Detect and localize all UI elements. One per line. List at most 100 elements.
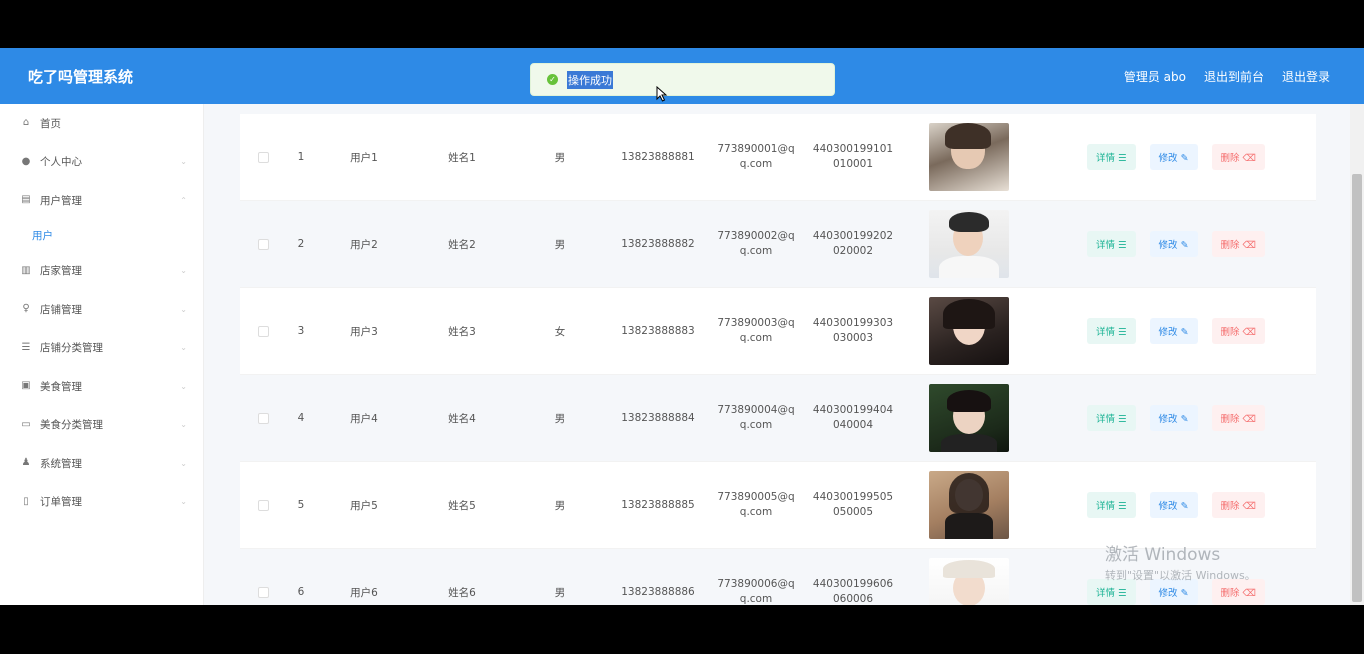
chevron-down-icon: ⌄ [180,497,187,507]
user-phone: 13823888882 [621,238,695,250]
app-window: 吃了吗管理系统 管理员 abo 退出到前台 退出登录 ⌂ 首页 ● 个人中心 ⌄… [0,48,1364,605]
user-idcard: 440300199202020002 [812,230,894,257]
vertical-scrollbar[interactable] [1350,104,1364,605]
success-toast: ✓ 操作成功 [530,63,835,96]
settings-icon: ♟ [21,457,31,469]
user-phone: 13823888885 [621,499,695,511]
user-phone: 13823888884 [621,412,695,424]
user-email: 773890002@qq.com [717,230,795,257]
detail-button[interactable]: 详情 ☰ [1087,144,1136,170]
header-actions: 管理员 abo 退出到前台 退出登录 [1124,68,1330,85]
user-photo [929,471,1009,539]
user-name: 姓名5 [448,499,476,512]
scrollbar-thumb[interactable] [1352,174,1362,602]
detail-button[interactable]: 详情 ☰ [1087,318,1136,344]
user-sex: 男 [554,412,566,425]
home-icon: ⌂ [22,117,30,129]
table-row: 3 用户3 姓名3 女 13823888883 773890003@qq.com… [240,288,1316,375]
row-index: 5 [297,499,305,511]
sidebar-item-food-categories[interactable]: ▭ 美食分类管理 ⌄ [0,406,203,445]
row-index: 3 [297,325,305,337]
chevron-down-icon: ⌄ [180,157,187,167]
user-email: 773890001@qq.com [717,143,795,170]
sidebar-item-merchants[interactable]: ▥ 店家管理 ⌄ [0,252,203,291]
row-index: 6 [297,586,305,598]
shop-icon: ♀ [22,303,30,315]
row-checkbox[interactable] [257,412,269,424]
delete-button[interactable]: 删除 ⌫ [1211,231,1265,257]
user-account: 用户3 [350,325,378,338]
delete-button[interactable]: 删除 ⌫ [1211,144,1265,170]
user-idcard: 440300199303030003 [812,317,894,344]
sidebar-item-label: 用户管理 [40,194,82,207]
user-phone: 13823888881 [621,151,695,163]
user-idcard: 440300199505050005 [812,491,894,518]
watermark-subtitle: 转到"设置"以激活 Windows。 [1105,569,1256,582]
edit-button[interactable]: 修改 ✎ [1149,231,1198,257]
delete-button[interactable]: 删除 ⌫ [1211,318,1265,344]
check-circle-icon: ✓ [547,74,558,85]
watermark-title: 激活 Windows [1105,545,1221,565]
table-row: 2 用户2 姓名2 男 13823888882 773890002@qq.com… [240,201,1316,288]
detail-button[interactable]: 详情 ☰ [1087,405,1136,431]
user-table: 1 用户1 姓名1 男 13823888881 773890001@qq.com… [240,114,1316,605]
row-index: 1 [297,151,305,163]
user-account: 用户4 [350,412,378,425]
logout-link[interactable]: 退出登录 [1282,68,1330,85]
sidebar-item-label: 系统管理 [40,457,82,470]
sidebar-item-profile[interactable]: ● 个人中心 ⌄ [0,143,203,182]
user-photo [929,297,1009,365]
user-name: 姓名4 [448,412,476,425]
users-icon: ▤ [21,194,31,206]
delete-button[interactable]: 删除 ⌫ [1211,405,1265,431]
user-sex: 男 [554,586,566,599]
back-to-frontend-link[interactable]: 退出到前台 [1204,68,1264,85]
table-row: 5 用户5 姓名5 男 13823888885 773890005@qq.com… [240,462,1316,549]
sidebar-item-shops[interactable]: ♀ 店铺管理 ⌄ [0,290,203,329]
chevron-up-icon: ⌃ [180,195,187,205]
user-photo [929,558,1009,605]
user-name: 姓名3 [448,325,476,338]
row-checkbox[interactable] [257,238,269,250]
detail-button[interactable]: 详情 ☰ [1087,231,1136,257]
chevron-down-icon: ⌄ [180,458,187,468]
edit-button[interactable]: 修改 ✎ [1149,318,1198,344]
sidebar-item-users[interactable]: ▤ 用户管理 ⌃ [0,181,203,220]
user-sex: 女 [554,325,566,338]
user-email: 773890004@qq.com [717,404,795,431]
app-title: 吃了吗管理系统 [28,68,134,86]
delete-button[interactable]: 删除 ⌫ [1211,492,1265,518]
row-index: 4 [297,412,305,424]
row-checkbox[interactable] [257,586,269,598]
sidebar-item-orders[interactable]: ▯ 订单管理 ⌄ [0,483,203,522]
sidebar-item-label: 订单管理 [40,496,82,509]
sidebar-item-system[interactable]: ♟ 系统管理 ⌄ [0,444,203,483]
user-account: 用户2 [350,238,378,251]
edit-button[interactable]: 修改 ✎ [1149,144,1198,170]
row-checkbox[interactable] [257,325,269,337]
chevron-down-icon: ⌄ [180,304,187,314]
table-row: 4 用户4 姓名4 男 13823888884 773890004@qq.com… [240,375,1316,462]
user-photo [929,210,1009,278]
user-account: 用户1 [350,151,378,164]
row-checkbox[interactable] [257,499,269,511]
sidebar-item-label: 美食管理 [40,380,82,393]
user-idcard: 440300199404040004 [812,404,894,431]
sidebar-item-label: 店铺分类管理 [40,342,103,355]
edit-button[interactable]: 修改 ✎ [1149,492,1198,518]
sidebar-subitem-user[interactable]: 用户 [0,220,203,252]
toast-message: 操作成功 [567,70,613,89]
row-index: 2 [297,238,305,250]
row-checkbox[interactable] [257,151,269,163]
detail-button[interactable]: 详情 ☰ [1087,492,1136,518]
chevron-down-icon: ⌄ [180,420,187,430]
sidebar-item-home[interactable]: ⌂ 首页 [0,104,203,143]
edit-button[interactable]: 修改 ✎ [1149,405,1198,431]
user-name: 姓名2 [448,238,476,251]
windows-activation-watermark: 激活 Windows 转到"设置"以激活 Windows。 [1105,540,1256,583]
sidebar-item-shop-categories[interactable]: ☰ 店铺分类管理 ⌄ [0,329,203,368]
sidebar-item-food[interactable]: ▣ 美食管理 ⌄ [0,367,203,406]
user-account: 用户5 [350,499,378,512]
user-email: 773890005@qq.com [717,491,795,518]
admin-label: 管理员 abo [1123,70,1186,84]
